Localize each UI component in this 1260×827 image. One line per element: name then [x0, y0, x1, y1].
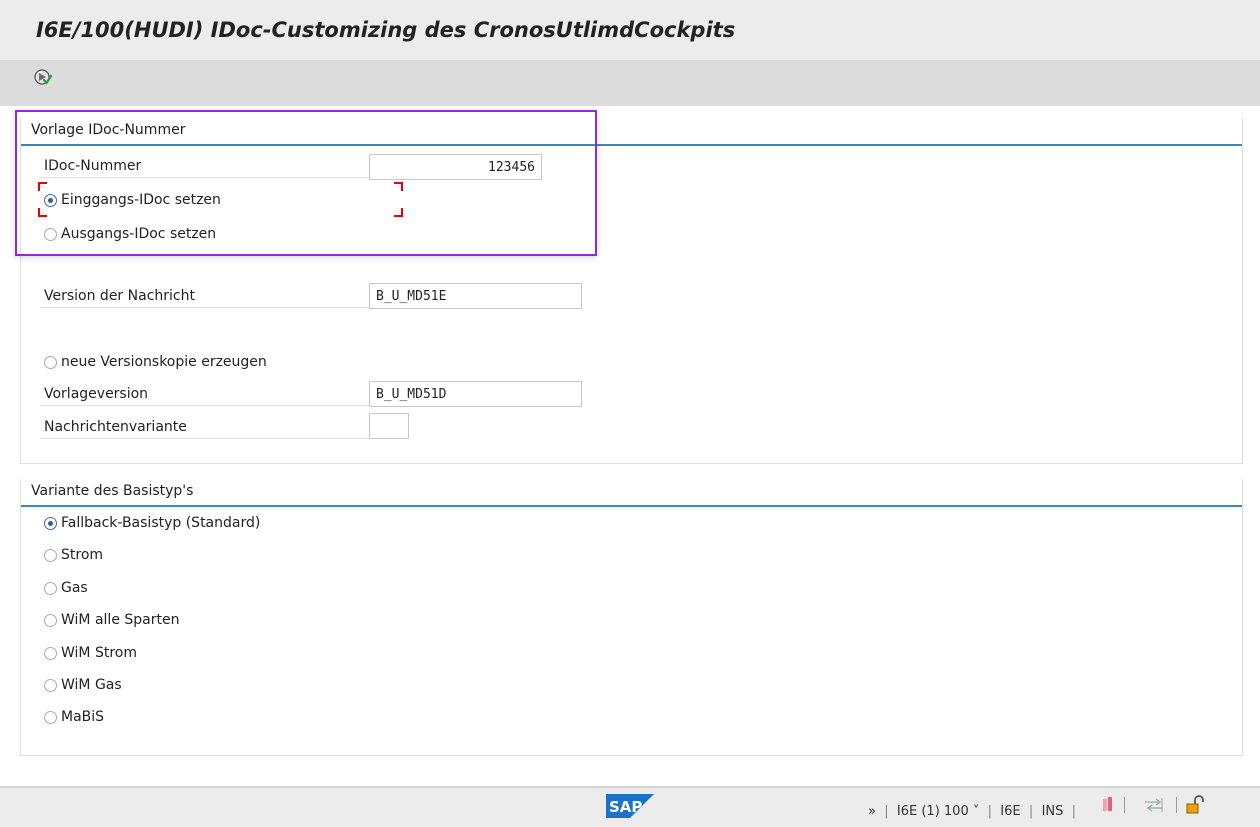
separator-icon: [1124, 797, 1131, 813]
tab-arrows-icon[interactable]: [1143, 797, 1165, 813]
radio-label: WiM alle Sparten: [61, 612, 180, 628]
radio-wim-gas[interactable]: WiM Gas: [44, 677, 122, 693]
radio-unselected-icon: [44, 581, 57, 595]
status-system: I6E (1) 100: [896, 804, 969, 819]
radio-mabis[interactable]: MaBiS: [44, 709, 104, 725]
template-version-field[interactable]: B_U_MD51D: [369, 381, 582, 407]
radio-gas[interactable]: Gas: [44, 580, 88, 596]
radio-label: neue Versionskopie erzeugen: [61, 354, 267, 370]
status-chevron[interactable]: »: [868, 804, 876, 819]
execute-icon[interactable]: [32, 66, 54, 88]
status-client: I6E: [1000, 804, 1021, 819]
radio-label: Gas: [61, 580, 88, 596]
radio-label: Fallback-Basistyp (Standard): [61, 515, 261, 531]
radio-unselected-icon: [44, 613, 57, 627]
radio-label: WiM Strom: [61, 645, 137, 661]
radio-unselected-icon: [44, 355, 57, 369]
message-variant-label: Nachrichtenvariante: [40, 419, 369, 439]
radio-unselected-icon: [44, 678, 57, 692]
radio-wim-alle-sparten[interactable]: WiM alle Sparten: [44, 612, 179, 628]
radio-new-version-copy[interactable]: neue Versionskopie erzeugen: [44, 354, 267, 370]
radio-unselected-icon: [44, 548, 57, 562]
sap-logo: SAP: [606, 794, 654, 822]
radio-label: MaBiS: [61, 709, 105, 725]
template-version-label: Vorlageversion: [40, 386, 369, 406]
status-dropdown-icon[interactable]: ˅: [973, 804, 980, 819]
version-label: Version der Nachricht: [40, 288, 369, 308]
group-title: Variante des Basistyp's: [31, 483, 194, 499]
sap-logo-text: SAP: [609, 798, 642, 816]
application-toolbar: [0, 60, 1260, 106]
radio-unselected-icon: [44, 710, 57, 724]
message-variant-field[interactable]: [369, 413, 409, 439]
radio-wim-strom[interactable]: WiM Strom: [44, 645, 137, 661]
radio-unselected-icon: [44, 646, 57, 660]
radio-selected-icon: [44, 516, 57, 530]
radio-strom[interactable]: Strom: [44, 547, 103, 563]
radio-label: Strom: [61, 547, 104, 563]
separator-icon: [1176, 797, 1183, 813]
unlock-icon[interactable]: [1185, 795, 1205, 815]
radio-label: WiM Gas: [61, 677, 122, 693]
radio-fallback-basistyp[interactable]: Fallback-Basistyp (Standard): [44, 515, 260, 531]
window-title: I6E/100(HUDI) IDoc-Customizing des Crono…: [36, 18, 736, 42]
group-header: Variante des Basistyp's: [21, 479, 1242, 507]
title-bar: I6E/100(HUDI) IDoc-Customizing des Crono…: [0, 0, 1260, 60]
version-field[interactable]: B_U_MD51E: [369, 283, 582, 309]
marker-icon: [1102, 797, 1114, 813]
status-info: » | I6E (1) 100 ˅ | I6E | INS |: [868, 804, 1081, 819]
highlight-box: [15, 110, 597, 256]
status-mode: INS: [1041, 804, 1064, 819]
